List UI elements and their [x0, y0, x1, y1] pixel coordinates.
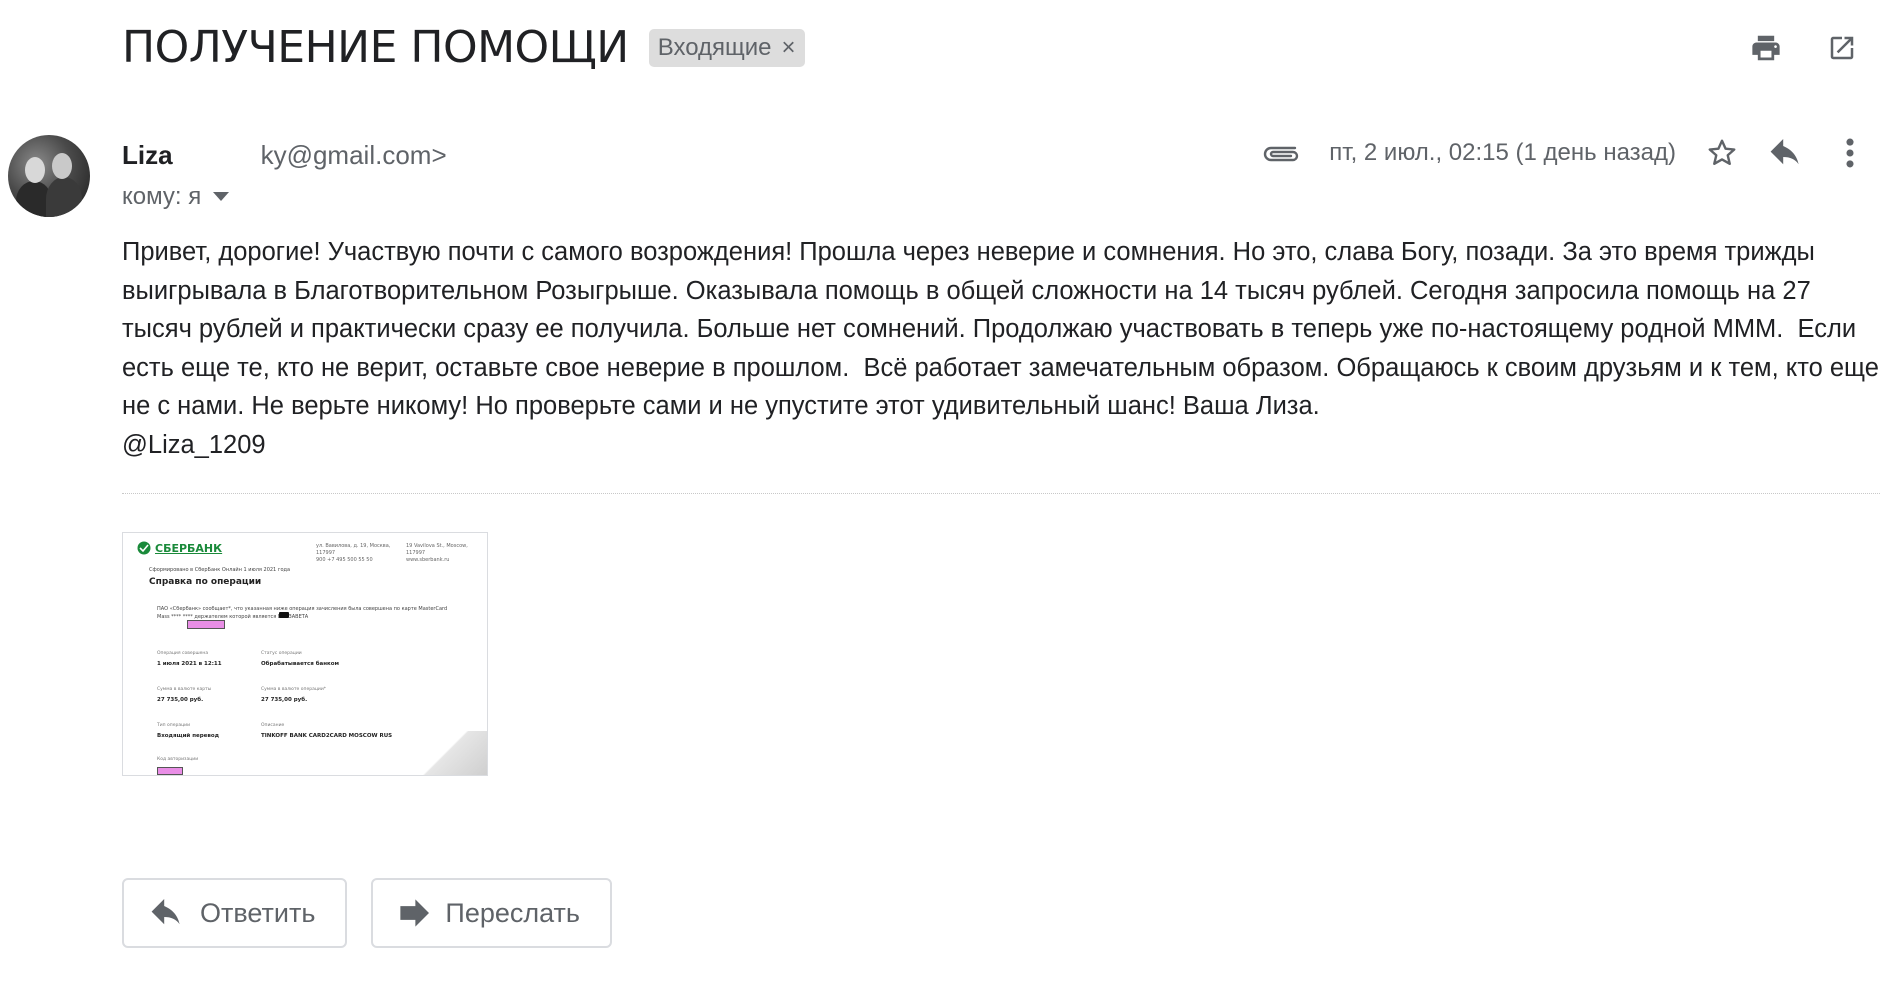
field-value: TINKOFF BANK CARD2CARD MOSCOW RUS: [261, 733, 393, 739]
field-label: Описание: [261, 723, 285, 728]
field-label: Код авторизации: [157, 757, 199, 762]
field-value: 27 735,00 руб.: [157, 697, 204, 703]
formed-line: Сформировано в СберБанк Онлайн 1 июля 20…: [149, 567, 291, 573]
remove-label-icon[interactable]: ×: [782, 34, 796, 62]
email-subject: ПОЛУЧЕНИЕ ПОМОЩИ: [122, 22, 629, 73]
redacted-email-part: [172, 142, 255, 164]
reply-button[interactable]: Ответить: [122, 878, 348, 948]
message-body: Привет, дорогие! Участвую почти с самого…: [122, 238, 1879, 459]
reply-icon: [151, 899, 180, 925]
attachment-divider: [122, 493, 1880, 494]
print-icon[interactable]: [1748, 30, 1784, 66]
message-date: пт, 2 июл., 02:15 (1 день назад): [1329, 139, 1676, 166]
page-curl: [407, 731, 487, 775]
reply-button-label: Ответить: [200, 897, 316, 928]
attachment-icon: [1264, 146, 1299, 162]
forward-button-label: Переслать: [445, 897, 580, 928]
open-in-new-window-icon[interactable]: [1824, 30, 1860, 66]
message-actions: Ответить Переслать: [122, 878, 612, 948]
sender-name[interactable]: Liza: [122, 140, 173, 171]
bank-name: СБЕРБАНК: [155, 541, 223, 555]
receipt-heading: Справка по операции: [149, 577, 262, 587]
recipient-text: кому: я: [122, 183, 202, 210]
field-label: Сумма в валюте карты: [157, 687, 212, 692]
redaction-box: [279, 612, 289, 618]
forward-button[interactable]: Переслать: [371, 878, 612, 948]
subject-row: ПОЛУЧЕНИЕ ПОМОЩИ Входящие ×: [122, 22, 805, 73]
field-value: 1 июля 2021 в 12:11: [157, 661, 222, 667]
chevron-down-icon[interactable]: [213, 192, 230, 202]
field-label: Статус операции: [261, 651, 302, 656]
label-chip-text: Входящие: [657, 33, 772, 61]
attachment-thumbnail[interactable]: СБЕРБАНК ул. Вавилова, д. 19, Москва, 11…: [122, 532, 488, 776]
field-label: Тип операции: [157, 723, 191, 728]
field-value: 27 735,00 руб.: [261, 697, 308, 703]
sender-line: Liza ky@gmail.com>: [122, 140, 447, 171]
top-actions: [1748, 30, 1860, 66]
redaction-box: [187, 620, 225, 629]
message-meta: пт, 2 июл., 02:15 (1 день назад): [1261, 135, 1868, 171]
reply-icon[interactable]: [1768, 135, 1804, 171]
field-value: Входящий перевод: [157, 733, 220, 739]
field-label: Операция совершена: [157, 651, 209, 656]
sberbank-logo: СБЕРБАНК: [137, 541, 222, 555]
field-value: Обрабатывается банком: [261, 661, 340, 667]
receipt-intro: ПАО «Сбербанк» сообщает*, что указанная …: [157, 606, 448, 620]
recipient-row[interactable]: кому: я: [122, 183, 230, 211]
forward-icon: [400, 899, 430, 927]
sender-avatar[interactable]: [8, 135, 90, 217]
star-icon[interactable]: [1704, 135, 1740, 171]
redaction-box: [157, 767, 183, 775]
inbox-label-chip[interactable]: Входящие ×: [648, 28, 805, 67]
bank-address-en: 19 Vavilova St., Moscow, 117997 www.sber…: [406, 543, 468, 563]
field-label: Сумма в валюте операции*: [261, 687, 326, 692]
sender-email: ky@gmail.com>: [260, 140, 447, 170]
bank-address-ru: ул. Вавилова, д. 19, Москва, 117997 900 …: [316, 543, 391, 563]
more-vert-icon[interactable]: [1832, 135, 1868, 171]
